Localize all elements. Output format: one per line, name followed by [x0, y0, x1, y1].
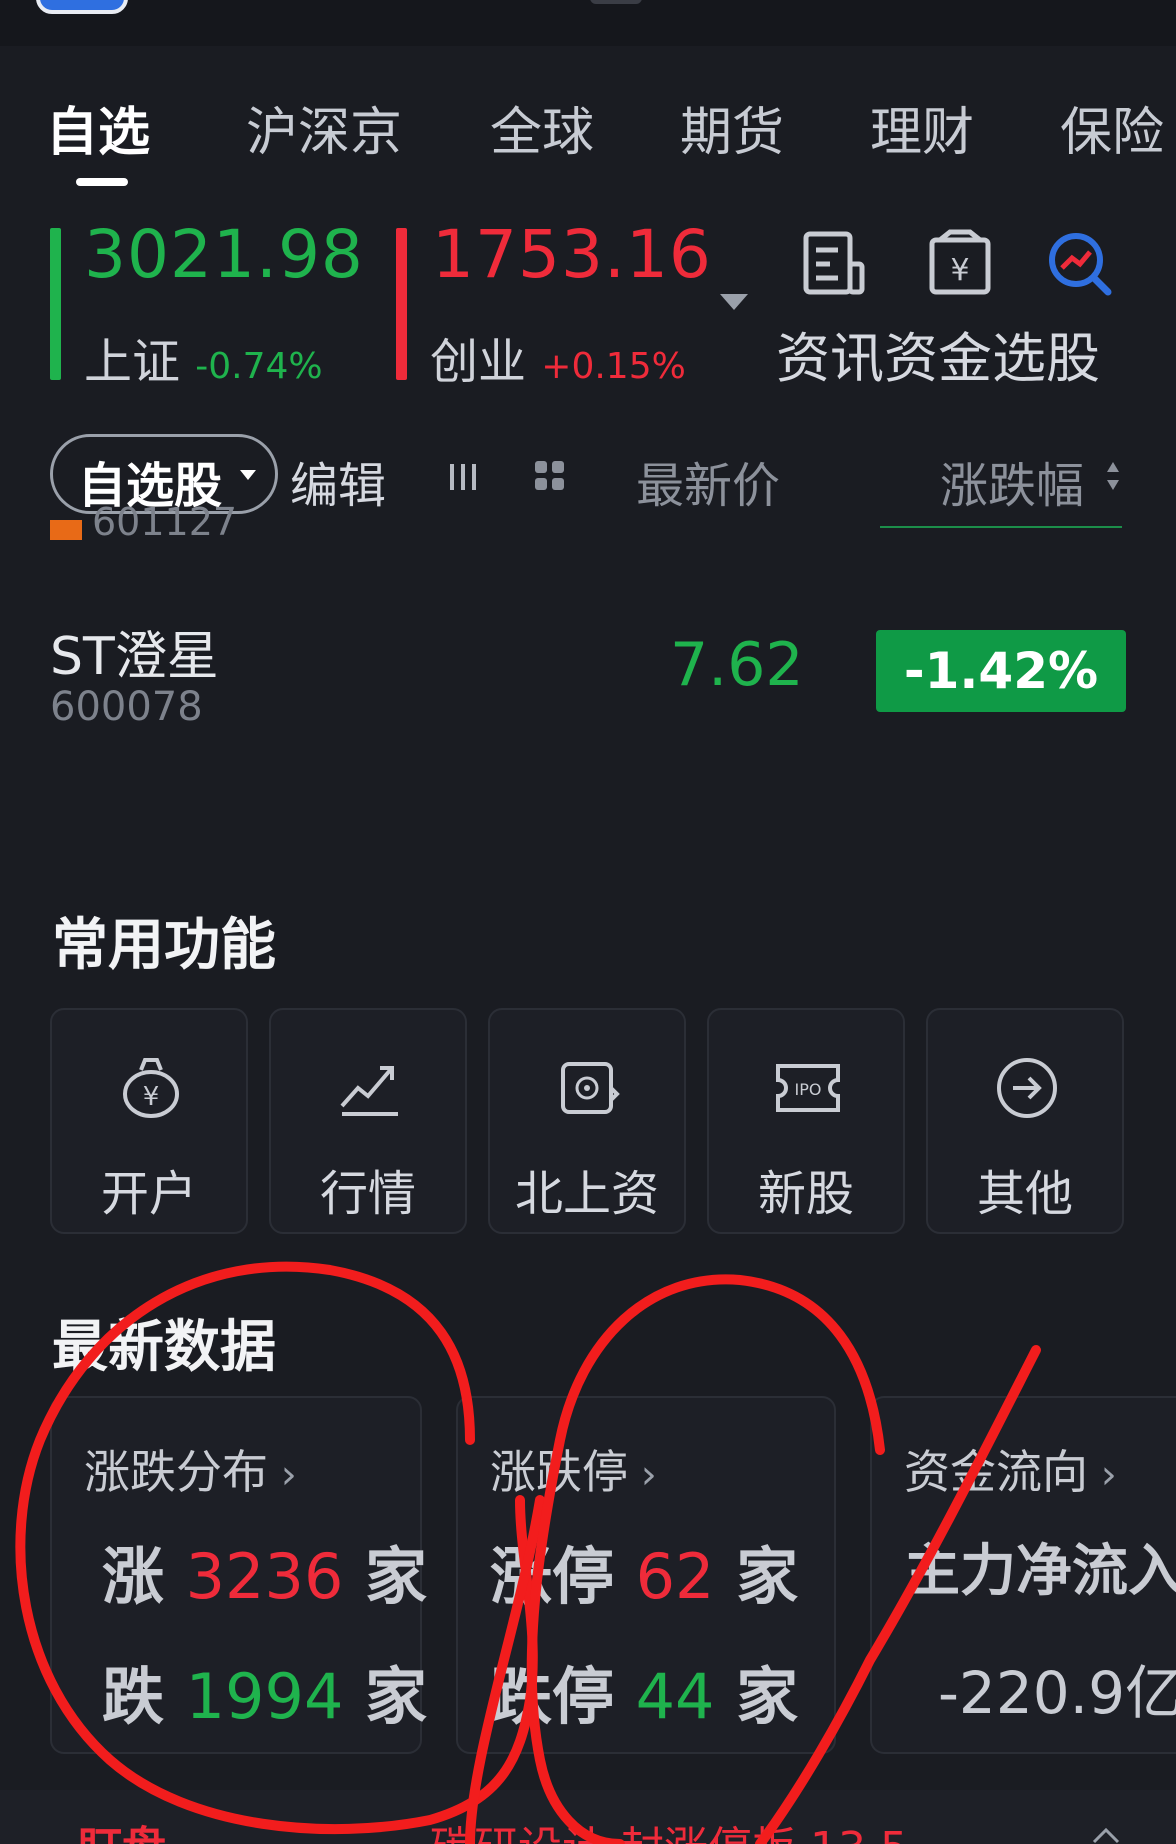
data-card-title: 资金流向 › — [904, 1445, 1117, 1499]
chevron-right-icon: › — [1088, 1452, 1117, 1498]
data-card-title: 涨跌停 › — [490, 1445, 657, 1499]
stock-price: 7.62 — [670, 630, 804, 700]
sort-icon[interactable] — [1106, 458, 1120, 494]
function-label: 其他 — [976, 1166, 1073, 1222]
index-trend-bar — [50, 228, 61, 380]
index-trend-bar — [396, 228, 407, 380]
function-label: 行情 — [319, 1166, 416, 1222]
fall-count: 1994 — [185, 1660, 344, 1733]
limit-down-count: 44 — [635, 1660, 715, 1733]
edit-button[interactable]: 编辑 — [290, 446, 386, 516]
data-card-distribution[interactable]: 涨跌分布 › 涨 3236 家 跌 1994 家 — [50, 1396, 427, 1754]
tab-global[interactable]: 全球 — [490, 90, 594, 165]
quick-action-stock-picker[interactable]: 选股 — [992, 327, 1100, 390]
stock-code: 600078 — [50, 684, 203, 730]
index-summary[interactable]: 创业 +0.15% — [430, 322, 686, 392]
svg-text:¥: ¥ — [950, 253, 969, 288]
column-change-percent[interactable]: 涨跌幅 — [940, 446, 1084, 516]
status-bar — [0, 0, 1176, 46]
index-name: 创业 — [430, 334, 527, 390]
rise-count-line: 涨 3236 家 — [102, 1540, 428, 1613]
stock-name: ST澄星 — [50, 627, 219, 687]
stock-picker-icon[interactable] — [1044, 228, 1116, 300]
function-open-account[interactable]: ¥ 开户 — [50, 1008, 248, 1234]
chevron-down-icon — [240, 470, 256, 480]
trend-chart-icon — [340, 1066, 398, 1116]
market-tag-icon — [50, 520, 82, 540]
data-card-title: 涨跌分布 › — [84, 1445, 297, 1499]
arrow-circle-icon — [997, 1058, 1057, 1118]
index-value[interactable]: 3021.98 — [84, 216, 364, 293]
sort-column-indicator — [880, 526, 1122, 528]
quick-actions-labels[interactable]: 资讯资金选股 — [776, 314, 1100, 393]
function-new-shares[interactable]: IPO 新股 — [707, 1008, 905, 1234]
fall-count-line: 跌 1994 家 — [102, 1660, 428, 1733]
main-net-inflow-value: -220.9亿 — [938, 1659, 1176, 1727]
function-quotes[interactable]: 行情 — [269, 1008, 467, 1234]
quick-action-fund[interactable]: 资金 — [884, 327, 992, 390]
chevron-right-icon: › — [268, 1452, 297, 1498]
index-summary[interactable]: 上证 -0.74% — [84, 322, 323, 392]
limit-down-line: 跌停 44 家 — [490, 1660, 799, 1733]
money-bag-icon: ¥ — [123, 1058, 179, 1118]
data-card-limit[interactable]: 涨跌停 › 涨停 62 家 跌停 44 家 — [456, 1396, 836, 1754]
tab-watchlist[interactable]: 自选 — [46, 90, 150, 165]
tab-futures[interactable]: 期货 — [680, 90, 784, 165]
function-label: 北上资 — [514, 1166, 659, 1222]
rise-count: 3236 — [185, 1540, 344, 1613]
quick-action-news[interactable]: 资讯 — [776, 327, 884, 390]
chevron-right-icon: › — [628, 1452, 657, 1498]
ticker-text: 碳研设计 封涨停板 13.5 — [430, 1812, 908, 1844]
function-label: 新股 — [757, 1166, 854, 1222]
section-title-latest-data: 最新数据 — [52, 1315, 276, 1380]
svg-text:¥: ¥ — [143, 1082, 160, 1112]
function-northbound[interactable]: 北上资 — [488, 1008, 686, 1234]
ipo-ticket-icon: IPO — [776, 1064, 840, 1112]
svg-text:IPO: IPO — [795, 1080, 822, 1099]
hk-connect-icon — [561, 1062, 620, 1114]
tab-wealth[interactable]: 理财 — [870, 90, 974, 165]
chevron-up-icon[interactable] — [1092, 1826, 1120, 1844]
active-tab-indicator — [76, 178, 128, 186]
column-view-icon[interactable] — [446, 460, 480, 494]
index-change: -0.74% — [195, 346, 323, 387]
stock-code: 601127 — [92, 500, 238, 540]
news-icon[interactable] — [798, 228, 870, 300]
function-label: 开户 — [100, 1166, 197, 1222]
main-net-inflow-label: 主力净流入 — [904, 1539, 1176, 1604]
index-name: 上证 — [84, 334, 181, 390]
app-badge-icon — [36, 0, 128, 14]
data-card-fund-flow[interactable]: 资金流向 › 主力净流入 -220.9亿 — [870, 1396, 1176, 1754]
index-value[interactable]: 1753.16 — [432, 216, 712, 293]
tab-insurance[interactable]: 保险 — [1060, 90, 1164, 165]
ticker-label: 盯盘 — [78, 1812, 166, 1844]
grid-view-icon[interactable] — [532, 458, 568, 494]
fund-icon[interactable]: ¥ — [924, 228, 996, 300]
stock-change-badge[interactable]: -1.42% — [876, 630, 1126, 712]
status-indicator — [590, 0, 642, 4]
function-other[interactable]: 其他 — [926, 1008, 1124, 1234]
column-latest-price[interactable]: 最新价 — [636, 446, 780, 516]
section-title-functions: 常用功能 — [52, 913, 276, 978]
tab-sh-sz-bj[interactable]: 沪深京 — [246, 90, 402, 165]
limit-up-line: 涨停 62 家 — [490, 1540, 799, 1613]
index-change: +0.15% — [541, 346, 686, 387]
limit-up-count: 62 — [635, 1540, 715, 1613]
index-dropdown-icon[interactable] — [720, 294, 748, 310]
